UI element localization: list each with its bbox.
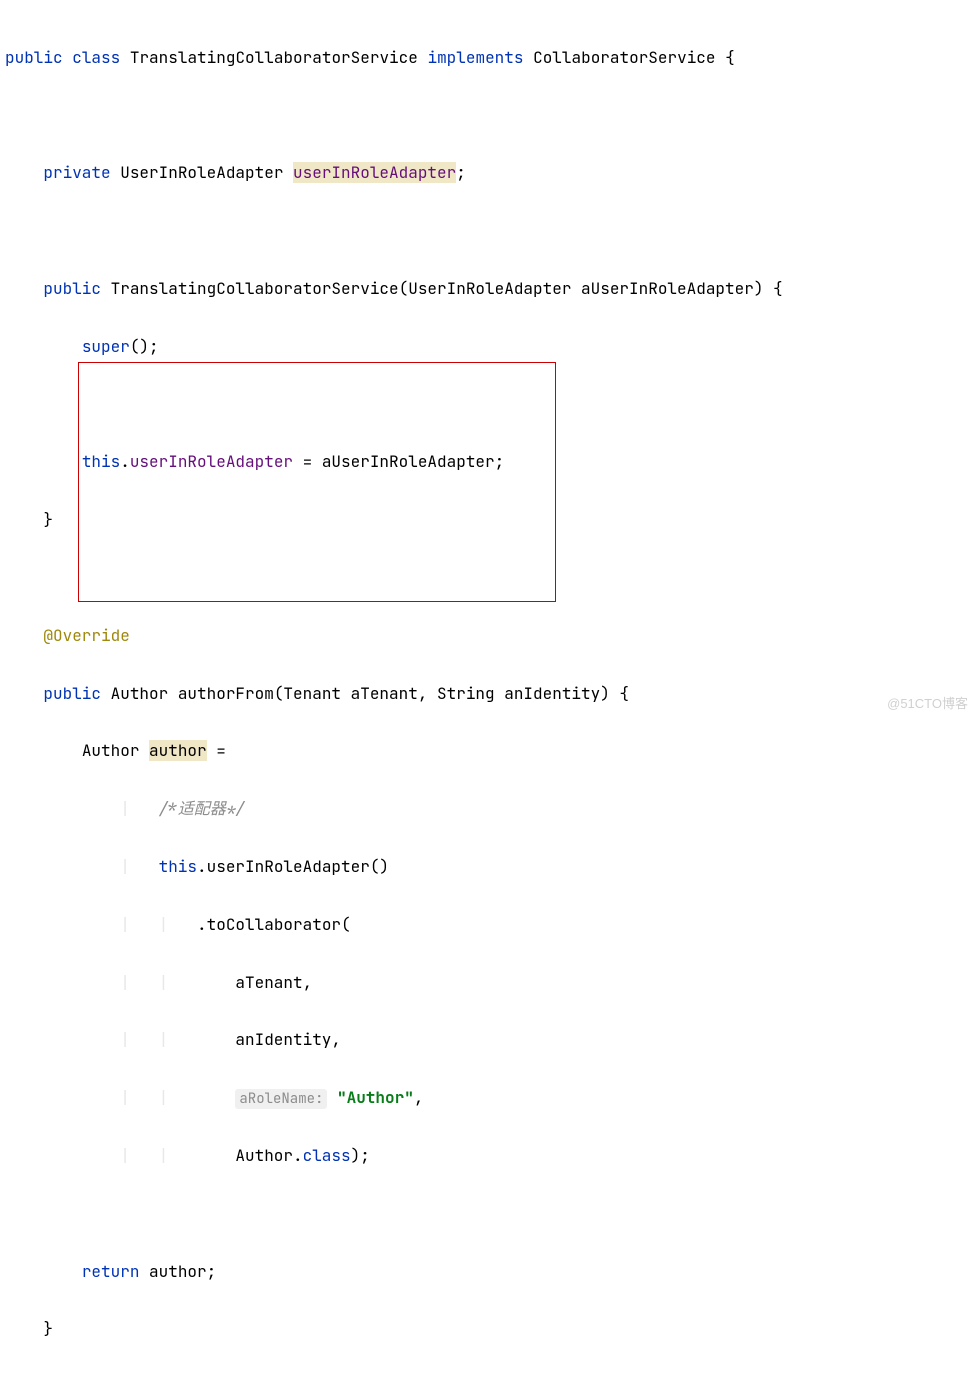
keyword-this: this [82,451,120,472]
code-line: } [5,1315,971,1344]
dot: . [120,451,130,472]
method-sig: Author authorFrom(Tenant aTenant, String… [111,683,629,704]
semicolon: ; [456,162,466,183]
code-line: } [5,506,971,535]
indent-guide: | [120,798,158,819]
string-literal: "Author" [337,1087,414,1108]
parens: (); [130,336,159,357]
code-line: public Author authorFrom(Tenant aTenant,… [5,680,971,709]
keyword-class: class [303,1145,351,1166]
arg: aTenant, [235,972,312,993]
interface-name: CollaboratorService [533,47,715,68]
comma: , [414,1087,424,1108]
method-call: .toCollaborator( [197,914,351,935]
keyword-return: return [82,1261,140,1282]
class-ref: Author. [235,1145,302,1166]
field-name: userInRoleAdapter [130,451,293,472]
code-line: | | Author.class); [5,1142,971,1171]
keyword-private: private [43,162,110,183]
indent-guide: | [120,856,158,877]
code-line: | | aRoleName: "Author", [5,1084,971,1113]
space [327,1087,337,1108]
brace: { [725,47,735,68]
code-line-empty [5,102,971,131]
class-name: TranslatingCollaboratorService [130,47,418,68]
code-line: | this.userInRoleAdapter() [5,853,971,882]
code-line: | | aTenant, [5,969,971,998]
code-line-empty [5,564,971,593]
code-line-empty [5,217,971,246]
constructor-sig: TranslatingCollaboratorService(UserInRol… [111,278,783,299]
keyword-public: public [43,683,101,704]
keyword-class: class [72,47,120,68]
parameter-hint: aRoleName: [235,1089,327,1109]
method-call: .userInRoleAdapter() [197,856,389,877]
keyword-public: public [43,278,101,299]
field-name: userInRoleAdapter [293,162,456,183]
code-line: return author; [5,1258,971,1287]
keyword-implements: implements [427,47,523,68]
code-line: public class TranslatingCollaboratorServ… [5,44,971,73]
code-line: super(); [5,333,971,362]
annotation-override: @Override [43,625,129,646]
code-block: public class TranslatingCollaboratorServ… [5,15,971,1373]
code-line: | | anIdentity, [5,1026,971,1055]
code-line: | | .toCollaborator( [5,911,971,940]
variable-author: author [149,740,207,761]
indent-guide: | | [120,1087,235,1108]
indent-guide: | | [120,914,197,935]
code-line: Author author = [5,737,971,766]
indent-guide: | | [120,972,235,993]
code-line: | /*适配器*/ [5,795,971,824]
equals: = [207,740,226,761]
code-line: this.userInRoleAdapter = aUserInRoleAdap… [5,448,971,477]
code-line-empty [5,391,971,420]
indent-guide: | | [120,1145,235,1166]
comment-adapter: /*适配器*/ [159,798,245,819]
code-line-empty [5,1200,971,1229]
paren-close: ); [351,1145,370,1166]
indent-guide: | | [120,1029,235,1050]
keyword-public: public [5,47,63,68]
brace: } [43,509,53,530]
brace: } [43,1318,53,1339]
type: Author [82,740,149,761]
type: UserInRoleAdapter [120,162,283,183]
keyword-super: super [82,336,130,357]
watermark-text: @51CTO博客 [887,692,968,715]
code-line: @Override [5,622,971,651]
return-value: author; [139,1261,216,1282]
arg: anIdentity, [235,1029,341,1050]
code-line: public TranslatingCollaboratorService(Us… [5,275,971,304]
assignment: = aUserInRoleAdapter; [293,451,504,472]
code-line: private UserInRoleAdapter userInRoleAdap… [5,159,971,188]
keyword-this: this [159,856,197,877]
